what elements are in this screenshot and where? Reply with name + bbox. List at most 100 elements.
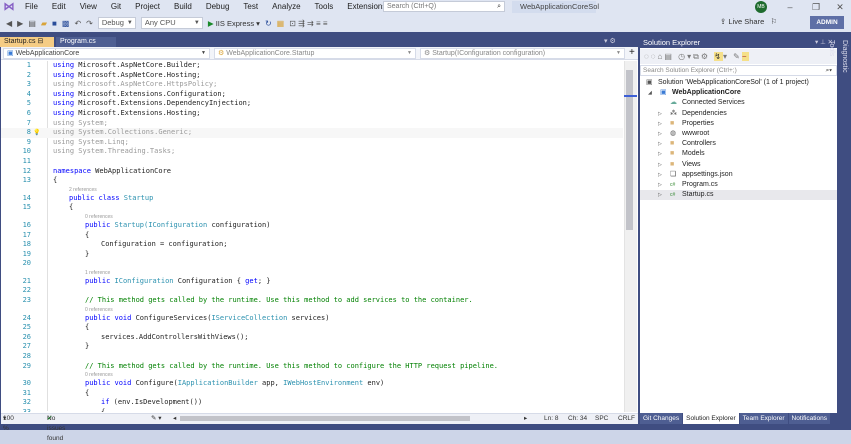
expand-icon[interactable]: ▷: [658, 170, 662, 180]
expand-icon[interactable]: ◢: [648, 88, 652, 98]
expand-icon[interactable]: ▷: [658, 109, 662, 119]
tree-item[interactable]: ▣ Solution 'WebApplicationCoreSol' (1 of …: [640, 78, 837, 88]
code-token: Configuration = configuration;: [101, 240, 228, 249]
expand-icon[interactable]: ▷: [658, 119, 662, 129]
menu-tools[interactable]: Tools: [308, 0, 341, 14]
code-area[interactable]: 1 using Microsoft.AspNetCore.Builder; 2 usi…: [1, 61, 623, 412]
expand-icon[interactable]: ▷: [658, 180, 662, 190]
expand-icon[interactable]: ▷: [658, 149, 662, 159]
codelens-label[interactable]: 0 references: [85, 213, 113, 221]
tree-item[interactable]: ▷ ◍ wwwroot: [640, 129, 837, 139]
codelens-label[interactable]: 2 references: [69, 186, 97, 194]
tree-item[interactable]: ▷ ⁂ Dependencies: [640, 109, 837, 119]
code-text: public void ConfigureServices(IServiceCo…: [85, 314, 329, 324]
document-well-menu-icon[interactable]: ▾ ⚙: [604, 37, 616, 45]
tree-item[interactable]: ▷ c# Startup.cs: [640, 190, 837, 201]
menu-view[interactable]: View: [73, 0, 104, 14]
undo-icon[interactable]: ↶: [74, 19, 81, 28]
lightbulb-icon[interactable]: 💡: [33, 128, 40, 138]
forward-icon[interactable]: ▶: [17, 19, 23, 28]
code-text: using System.Collections.Generic;: [53, 128, 192, 138]
save-all-icon[interactable]: ▩: [62, 19, 70, 28]
connected-services-icon: ☁: [670, 99, 677, 107]
code-token: using System.Linq;: [53, 137, 129, 146]
expand-icon[interactable]: ▷: [658, 160, 662, 170]
member-dropdown[interactable]: ⚙ Startup(IConfiguration configuration) ▼: [420, 48, 625, 59]
menu-project[interactable]: Project: [128, 0, 167, 14]
code-line: 6 using Microsoft.Extensions.Hosting;: [1, 109, 623, 119]
menu-analyze[interactable]: Analyze: [265, 0, 307, 14]
open-icon[interactable]: ▰: [41, 19, 47, 28]
toolbar-misc-icon[interactable]: ⊡ ⇶ ⇉ ≡ ≡: [289, 19, 327, 28]
tab-program-cs[interactable]: Program.cs: [56, 37, 116, 47]
menu-git[interactable]: Git: [104, 0, 128, 14]
brush-icon[interactable]: ✎ ▾: [151, 414, 162, 424]
scroll-left-icon[interactable]: ◂: [173, 414, 176, 424]
close-button[interactable]: ✕: [825, 0, 851, 14]
split-editor-icon[interactable]: +: [629, 48, 635, 58]
codelens-label[interactable]: 0 references: [85, 371, 113, 379]
redo-icon[interactable]: ↷: [86, 19, 93, 28]
whitespace-mode[interactable]: SPC: [595, 414, 608, 424]
diagnostic-tools-tab[interactable]: Diagnostic Tools: [828, 37, 851, 87]
refresh-icon[interactable]: ↻: [265, 19, 272, 28]
codelens-label[interactable]: 1 reference: [85, 269, 110, 277]
live-share-label: Live Share: [728, 17, 765, 26]
scroll-right-icon[interactable]: ▸: [524, 414, 527, 424]
live-share-button[interactable]: ⇪ Live Share ⚐: [720, 17, 777, 26]
menu-build[interactable]: Build: [167, 0, 199, 14]
menu-debug[interactable]: Debug: [199, 0, 237, 14]
line-ending[interactable]: CRLF: [618, 414, 635, 424]
expand-icon[interactable]: ▷: [658, 139, 662, 149]
code-token: services.AddControllersWithViews();: [101, 332, 249, 341]
avatar[interactable]: MB: [755, 1, 767, 13]
new-project-icon[interactable]: ▤: [28, 19, 36, 28]
tree-item[interactable]: ◢ ▣ WebApplicationCore: [640, 88, 837, 98]
zoom-select[interactable]: 100 % ▾: [3, 414, 14, 432]
type-dropdown[interactable]: ⚙ WebApplicationCore.Startup ▼: [214, 48, 416, 59]
menu-file[interactable]: File: [18, 0, 45, 14]
solution-explorer-toolbar[interactable]: ◌◌⌂▤ ◷▾⧉⚙ ↯▾ ✎−: [640, 49, 837, 64]
code-token: public: [85, 220, 115, 229]
line-number: 1: [26, 61, 31, 69]
code-text: using Microsoft.Extensions.Hosting;: [53, 109, 201, 119]
visual-studio-logo-icon: ⋈: [3, 1, 15, 13]
tree-item[interactable]: ▷ ■ Properties: [640, 119, 837, 129]
code-token: namespace: [53, 166, 96, 175]
se-toolbar-icons[interactable]: ◌◌⌂▤ ◷▾⧉⚙ ↯▾ ✎−: [644, 52, 749, 61]
tab-startup-cs[interactable]: Startup.cs ⊟ ✕: [0, 37, 54, 55]
tab-git-changes[interactable]: Git Changes: [640, 413, 683, 424]
pin-icon[interactable]: ⊟: [37, 38, 43, 45]
run-button[interactable]: ▶ IIS Express ▾: [208, 19, 260, 28]
save-icon[interactable]: ■: [52, 19, 57, 28]
configuration-select[interactable]: Debug ▼: [97, 17, 136, 29]
tree-item[interactable]: ☁ Connected Services: [640, 98, 837, 108]
tree-item[interactable]: ▷ c# Program.cs: [640, 180, 837, 190]
project-dropdown[interactable]: ▣ WebApplicationCore ▼: [3, 48, 210, 59]
code-text: using System.Threading.Tasks;: [53, 147, 175, 157]
tree-item-label: Startup.cs: [682, 191, 714, 199]
menu-edit[interactable]: Edit: [45, 0, 73, 14]
tab-notifications[interactable]: Notifications: [788, 413, 830, 424]
browser-link-icon[interactable]: ▦: [277, 19, 285, 28]
line-number: 22: [22, 286, 31, 295]
admin-badge[interactable]: ADMIN: [810, 16, 844, 29]
expand-icon[interactable]: ▷: [658, 190, 662, 200]
tree-item[interactable]: ▷ ❏ appsettings.json: [640, 170, 837, 180]
platform-select[interactable]: Any CPU ▼: [140, 17, 203, 29]
feedback-icon[interactable]: ⚐: [771, 17, 778, 26]
line-number: 33: [22, 408, 31, 412]
menu-test[interactable]: Test: [236, 0, 265, 14]
tree-item[interactable]: ▷ ■ Controllers: [640, 139, 837, 149]
search-input[interactable]: Search (Ctrl+Q) ⌕: [383, 1, 505, 12]
expand-icon[interactable]: ▷: [658, 129, 662, 139]
tree-item[interactable]: ▷ ■ Views: [640, 160, 837, 170]
vertical-scrollbar-thumb[interactable]: [626, 70, 633, 230]
codelens-label[interactable]: 0 references: [85, 306, 113, 314]
tab-team-explorer[interactable]: Team Explorer: [739, 413, 788, 424]
horizontal-scrollbar-thumb[interactable]: [180, 416, 470, 421]
solution-explorer-search[interactable]: Search Solution Explorer (Ctrl+;) ⌕▾: [640, 65, 837, 76]
back-icon[interactable]: ◀: [6, 19, 12, 28]
tree-item[interactable]: ▷ ■ Models: [640, 149, 837, 159]
tab-solution-explorer[interactable]: Solution Explorer: [683, 413, 739, 424]
